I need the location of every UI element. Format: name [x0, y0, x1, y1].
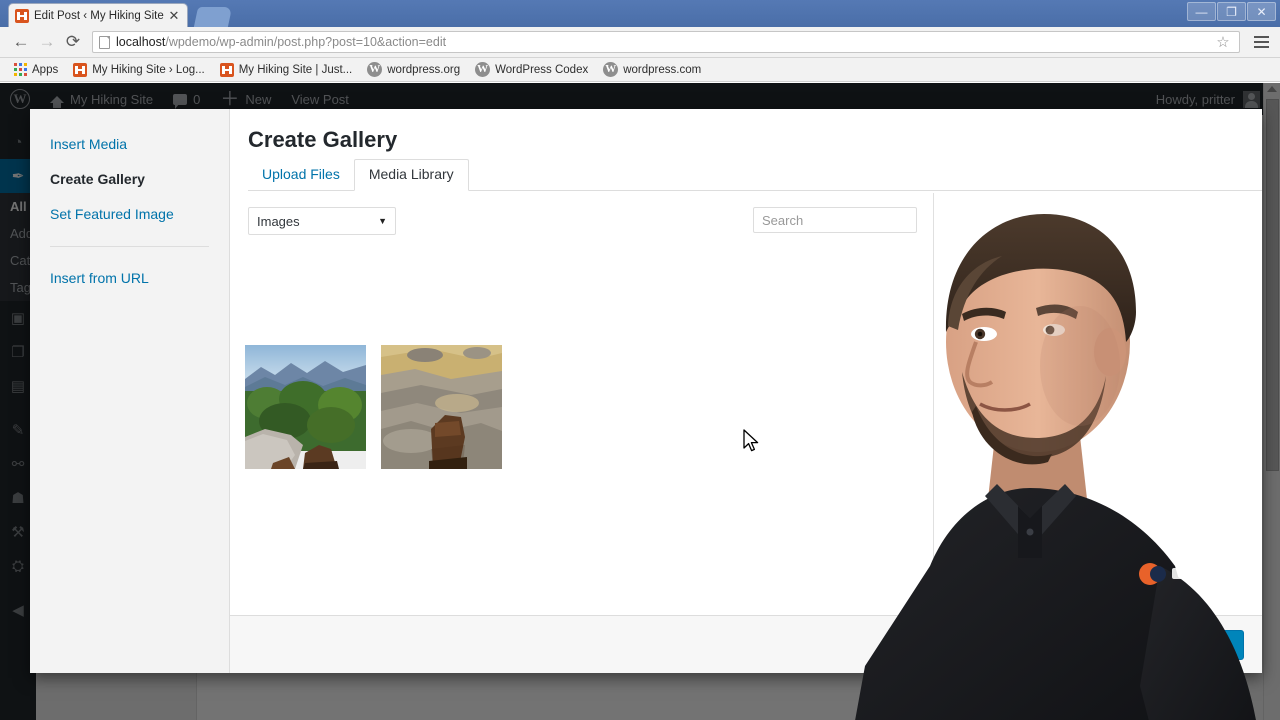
forward-button[interactable]: →	[34, 29, 60, 55]
close-icon: ✕	[1256, 4, 1267, 19]
modal-menu-label: Insert from URL	[50, 270, 149, 286]
minimize-icon: —	[1195, 4, 1208, 19]
wordpress-square-icon	[219, 62, 234, 77]
url-path: /wpdemo/wp-admin/post.php?post=10&action…	[165, 35, 447, 49]
tab-upload-files[interactable]: Upload Files	[248, 160, 354, 190]
tab-close-icon[interactable]: ✕	[167, 9, 181, 23]
modal-menu-item-create-gallery[interactable]: Create Gallery	[30, 162, 229, 197]
maximize-icon: ❐	[1226, 4, 1237, 19]
attachment-filter-value: Images	[257, 213, 300, 229]
bookmark-label: My Hiking Site | Just...	[238, 63, 353, 76]
wordpress-circle-icon: W	[603, 62, 619, 77]
back-arrow-icon: ←	[12, 32, 30, 51]
wordpress-circle-icon: W	[475, 62, 491, 77]
back-button[interactable]: ←	[8, 29, 34, 55]
bookmark-my-hiking-site-log[interactable]: My Hiking Site › Log...	[67, 60, 210, 80]
attachments-grid	[245, 345, 502, 469]
address-bar[interactable]: localhost/wpdemo/wp-admin/post.php?post=…	[92, 31, 1240, 53]
wordpress-circle-icon: W	[367, 62, 383, 77]
window-close-button[interactable]: ✕	[1247, 2, 1276, 21]
bookmarks-bar: Apps My Hiking Site › Log... My Hiking S…	[0, 58, 1280, 82]
modal-menu-divider	[50, 246, 209, 247]
apps-grid-icon	[14, 63, 27, 76]
forward-arrow-icon: →	[38, 32, 56, 51]
attachment-hiking-boot-rocky-stream[interactable]	[381, 345, 502, 469]
modal-menu-item-insert-from-url[interactable]: Insert from URL	[30, 261, 229, 296]
modal-menu-label: Set Featured Image	[50, 206, 174, 222]
bookmark-label: Apps	[32, 63, 59, 76]
chrome-menu-icon[interactable]	[1250, 31, 1272, 53]
bookmark-my-hiking-site-just[interactable]: My Hiking Site | Just...	[214, 60, 359, 80]
bookmark-wordpress-com[interactable]: W wordpress.com	[597, 60, 707, 80]
window-minimize-button[interactable]: —	[1187, 2, 1216, 21]
browser-tabstrip: Edit Post ‹ My Hiking Site ✕ — ❐ ✕	[0, 0, 1280, 27]
screen: Edit Post ‹ My Hiking Site ✕ — ❐ ✕ ← → ⟳	[0, 0, 1280, 720]
modal-menu-label: Create Gallery	[50, 171, 145, 187]
page-info-icon	[99, 35, 110, 49]
presenter-video-overlay	[780, 166, 1280, 720]
reload-icon: ⟳	[65, 32, 81, 51]
window-maximize-button[interactable]: ❐	[1217, 2, 1246, 21]
bookmark-label: My Hiking Site › Log...	[92, 63, 205, 76]
bookmark-wordpress-codex[interactable]: W WordPress Codex	[469, 60, 594, 80]
window-controls: — ❐ ✕	[1187, 2, 1276, 21]
browser-tab[interactable]: Edit Post ‹ My Hiking Site ✕	[8, 3, 188, 27]
address-bar-url: localhost/wpdemo/wp-admin/post.php?post=…	[116, 35, 446, 49]
modal-title: Create Gallery	[248, 127, 398, 152]
tab-label: Media Library	[368, 166, 454, 183]
bookmark-wordpress-org[interactable]: W wordpress.org	[361, 60, 466, 80]
modal-menu: Insert Media Create Gallery Set Featured…	[30, 109, 230, 673]
browser-tab-title: Edit Post ‹ My Hiking Site	[34, 9, 164, 22]
attachment-hiking-boots-mountain-view[interactable]	[245, 345, 366, 469]
url-host: localhost	[116, 35, 166, 49]
presenter-image	[855, 214, 1256, 720]
bookmark-star-icon[interactable]: ☆	[1213, 32, 1233, 52]
modal-menu-label: Insert Media	[50, 136, 128, 152]
thumbnail-image	[381, 345, 502, 469]
browser-toolbar: ← → ⟳ localhost/wpdemo/wp-admin/post.php…	[0, 27, 1280, 58]
wordpress-favicon-icon	[15, 8, 29, 23]
bookmark-apps[interactable]: Apps	[8, 60, 64, 80]
mouse-cursor	[743, 429, 759, 452]
new-tab-button[interactable]	[193, 7, 233, 27]
modal-menu-item-set-featured-image[interactable]: Set Featured Image	[30, 197, 229, 232]
reload-button[interactable]: ⟳	[60, 29, 86, 55]
thumbnail-image	[245, 345, 366, 469]
attachment-filter-select[interactable]: Images ▼	[248, 207, 396, 235]
wordpress-square-icon	[73, 62, 88, 77]
page-viewport: W My Hiking Site 0 ＋ New View Post Howdy…	[0, 83, 1280, 720]
bookmark-label: WordPress Codex	[495, 63, 589, 76]
modal-menu-item-insert-media[interactable]: Insert Media	[30, 127, 229, 162]
chevron-down-icon: ▼	[378, 216, 387, 226]
bookmark-label: wordpress.org	[387, 63, 461, 76]
tab-label: Upload Files	[262, 166, 340, 183]
company-logo	[1139, 563, 1232, 585]
tab-media-library[interactable]: Media Library	[353, 159, 469, 191]
bookmark-label: wordpress.com	[623, 63, 702, 76]
